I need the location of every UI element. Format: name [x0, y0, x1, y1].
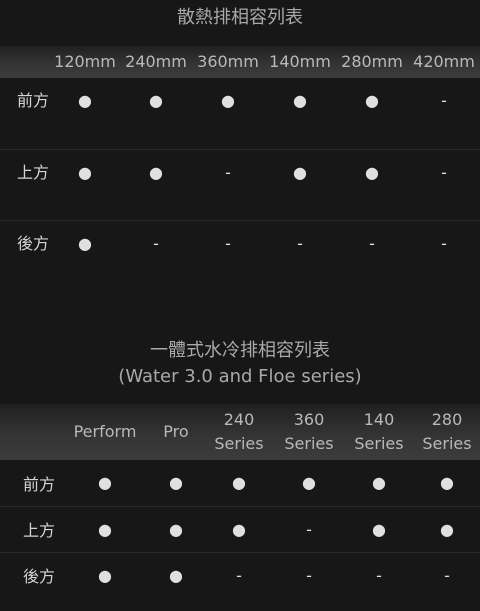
table-cell: ● [169, 473, 183, 493]
column-header-120mm: 120mm [54, 52, 116, 71]
table-cell: ● [293, 91, 307, 110]
table-cell: ● [372, 473, 386, 493]
column-header-280-series: 280 Series [422, 410, 472, 453]
table-cell: - [444, 565, 450, 585]
table-cell: ● [169, 519, 183, 539]
table-header-row: Perform Pro 240 Series 360 Series 140 Se… [0, 404, 480, 460]
table-cell: - [441, 91, 447, 110]
column-header-140-series: 140 Series [354, 410, 404, 453]
column-header-360-series: 360 Series [284, 410, 334, 453]
column-header-280mm: 280mm [341, 52, 403, 71]
column-header-360mm: 360mm [197, 52, 259, 71]
table-cell: ● [149, 162, 163, 182]
table-cell: - [369, 233, 375, 253]
row-label-rear: 後方 [16, 233, 49, 253]
table-cell: - [441, 233, 447, 253]
table-row-rear: 後方 ● ● - - - - [0, 552, 480, 598]
table-row-front: 前方 ● ● ● ● ● - [0, 78, 480, 149]
table-cell: - [225, 162, 231, 182]
table-cell: ● [440, 473, 454, 493]
column-header-empty [0, 46, 50, 78]
table-cell: ● [149, 91, 163, 110]
column-header-perform: Perform [73, 422, 137, 441]
table-cell: ● [365, 162, 379, 182]
table-cell: ● [365, 91, 379, 110]
column-header-empty [0, 404, 62, 460]
table-cell: - [153, 233, 159, 253]
table-cell: ● [302, 473, 316, 493]
table-cell: ● [440, 519, 454, 539]
table-cell: - [297, 233, 303, 253]
radiator-compatibility-table: 120mm 240mm 360mm 140mm 280mm 420mm 前方 ●… [0, 46, 480, 291]
table-row-top: 上方 ● ● - ● ● - [0, 149, 480, 220]
aio-compatibility-table: Perform Pro 240 Series 360 Series 140 Se… [0, 404, 480, 598]
column-header-pro: Pro [163, 422, 189, 441]
table-row-top: 上方 ● ● ● - ● ● [0, 506, 480, 552]
table-row-front: 前方 ● ● ● ● ● ● [0, 460, 480, 506]
column-header-420mm: 420mm [413, 52, 475, 71]
table-cell: - [306, 565, 312, 585]
table-cell: ● [78, 233, 92, 253]
row-label-top: 上方 [22, 521, 55, 540]
row-label-front: 前方 [22, 474, 55, 494]
column-header-240-series: 240 Series [214, 410, 264, 453]
column-header-140mm: 140mm [269, 52, 331, 71]
table-cell: ● [169, 565, 183, 585]
table-cell: ● [221, 91, 235, 110]
row-label-rear: 後方 [22, 567, 55, 587]
table-cell: - [441, 162, 447, 182]
table-cell: ● [372, 519, 386, 539]
table-cell: ● [78, 162, 92, 182]
row-label-front: 前方 [16, 91, 49, 110]
table-cell: ● [293, 162, 307, 182]
table-cell: ● [232, 519, 246, 539]
table-cell: - [225, 233, 231, 253]
table-cell: ● [98, 519, 112, 539]
table-cell: ● [232, 473, 246, 493]
aio-compatibility-subtitle: (Water 3.0 and Floe series) [118, 366, 362, 387]
table-cell: ● [98, 473, 112, 493]
table-cell: ● [78, 91, 92, 110]
table-row-rear: 後方 ● - - - - - [0, 220, 480, 291]
table-cell: - [306, 519, 312, 539]
column-header-240mm: 240mm [125, 52, 187, 71]
aio-compatibility-title: 一體式水冷排相容列表 [150, 340, 330, 361]
table-cell: - [376, 565, 382, 585]
table-header-row: 120mm 240mm 360mm 140mm 280mm 420mm [0, 46, 480, 78]
radiator-compatibility-title: 散熱排相容列表 [177, 7, 303, 28]
row-label-top: 上方 [16, 162, 49, 182]
table-cell: ● [98, 565, 112, 585]
table-cell: - [236, 565, 242, 585]
